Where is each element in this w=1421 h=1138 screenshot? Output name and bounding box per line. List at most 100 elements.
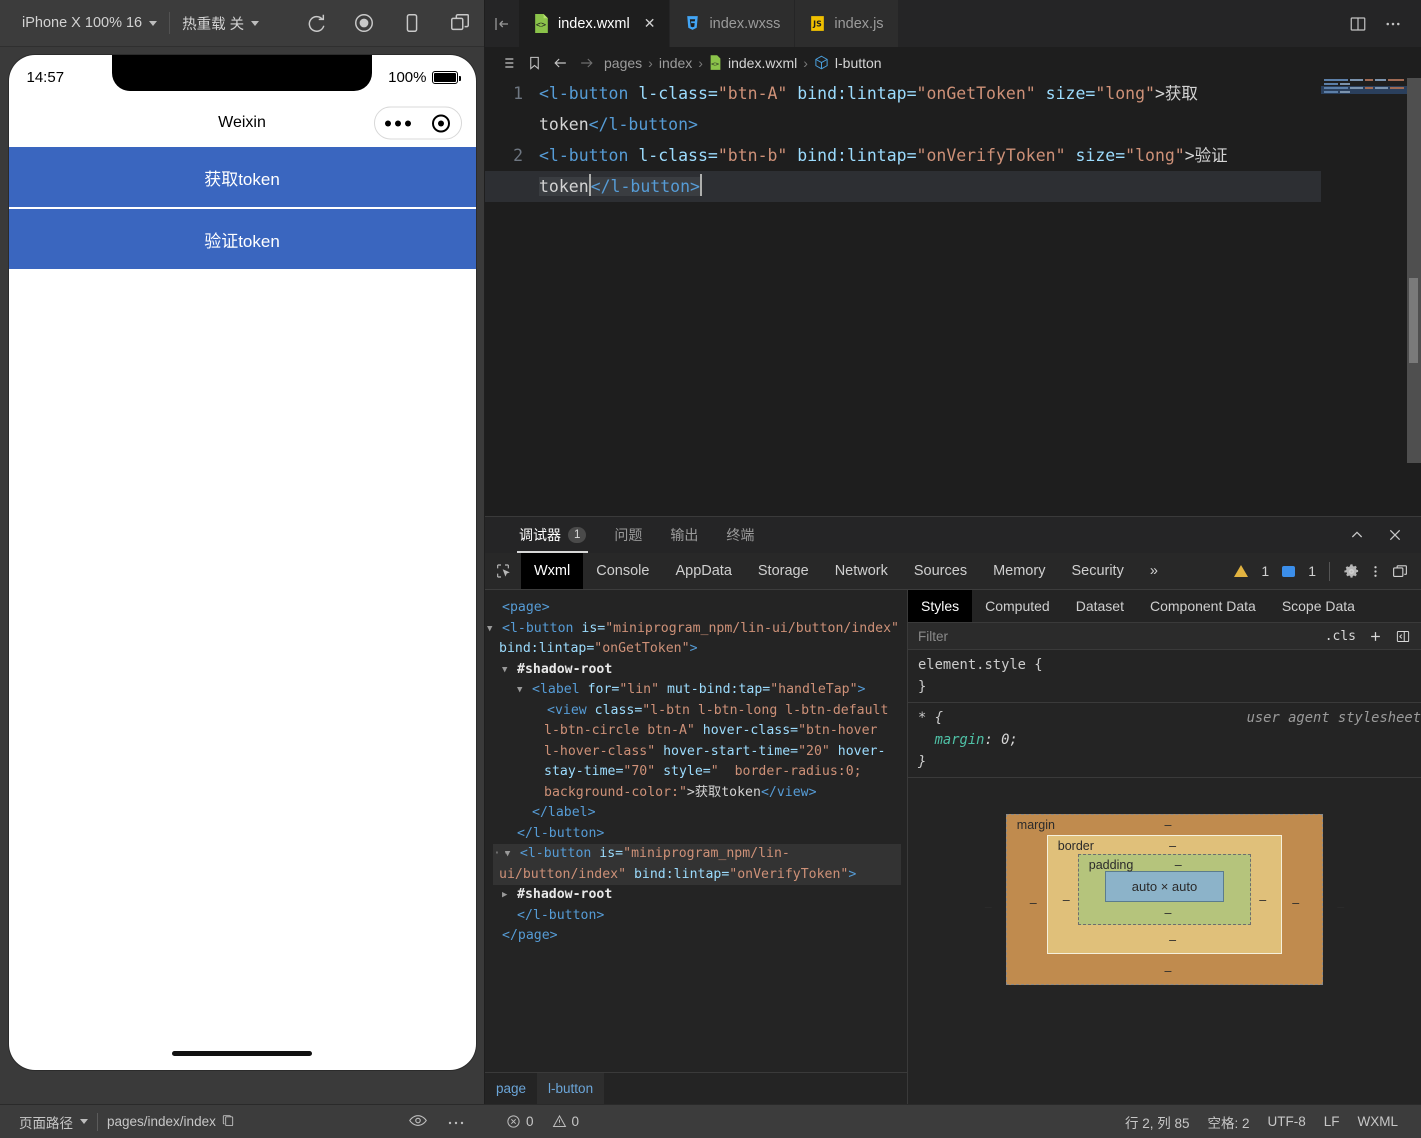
- settings-gear-icon[interactable]: [1343, 563, 1360, 580]
- breadcrumb-file[interactable]: <> index.wxml: [704, 55, 802, 71]
- refresh-icon[interactable]: [305, 12, 327, 34]
- page-path-selector[interactable]: 页面路径: [10, 1112, 97, 1132]
- panel-tab-debugger[interactable]: 调试器 1: [505, 517, 600, 553]
- panel-tab-output[interactable]: 输出: [656, 517, 712, 553]
- weixin-capsule[interactable]: [373, 106, 462, 140]
- wxml-tree-row[interactable]: </l-button>: [493, 906, 901, 927]
- wxml-tree-row[interactable]: <view class="l-btn l-btn-long l-btn-defa…: [493, 701, 901, 804]
- wxml-tree-row[interactable]: ▼ <l-button is="miniprogram_npm/lin-ui/bu…: [487, 619, 901, 660]
- verify-token-button[interactable]: 验证token: [8, 209, 476, 269]
- eol-setting[interactable]: LF: [1315, 1114, 1349, 1129]
- styles-tab-computed[interactable]: Computed: [972, 590, 1063, 622]
- collapse-icon[interactable]: [1349, 527, 1365, 543]
- bookmark-icon[interactable]: [521, 55, 547, 71]
- chevron-down-icon[interactable]: ▼: [505, 844, 520, 865]
- styles-filter-input[interactable]: [908, 628, 1315, 644]
- breadcrumb-index[interactable]: index: [654, 55, 697, 71]
- hot-reload-selector[interactable]: 热重载 关: [170, 0, 271, 46]
- wxml-crumb-page[interactable]: page: [485, 1073, 537, 1104]
- inspector-tab-console[interactable]: Console: [583, 553, 662, 589]
- device-selector[interactable]: iPhone X 100% 16: [10, 0, 169, 46]
- get-token-button[interactable]: 获取token: [8, 147, 476, 207]
- stop-icon[interactable]: [353, 12, 375, 34]
- chevron-down-icon[interactable]: ▼: [502, 660, 517, 681]
- more-icon[interactable]: [441, 1114, 471, 1129]
- wxml-tree-row[interactable]: ▶ #shadow-root: [493, 885, 901, 906]
- rule-declaration[interactable]: margin: 0;: [918, 729, 1411, 751]
- back-arrow-icon[interactable]: [547, 55, 573, 71]
- tab-index-wxml[interactable]: <> index.wxml ✕: [519, 0, 671, 47]
- inspector-tabs-overflow[interactable]: »: [1137, 553, 1171, 589]
- code-editor[interactable]: 1 <l-button l-class="btn-A" bind:lintap=…: [485, 78, 1421, 516]
- device-selector-label: iPhone X 100% 16: [22, 15, 143, 31]
- split-editor-icon[interactable]: [1349, 15, 1367, 33]
- phone-icon[interactable]: [401, 12, 423, 34]
- panel-toggle-icon[interactable]: [1395, 629, 1411, 644]
- inspector-tab-security[interactable]: Security: [1058, 553, 1136, 589]
- outline-icon[interactable]: [495, 55, 521, 71]
- styles-tab-styles[interactable]: Styles: [908, 590, 973, 622]
- cursor-position[interactable]: 行 2, 列 85: [1116, 1112, 1199, 1132]
- tab-index-js[interactable]: JS index.js: [795, 0, 899, 47]
- inspector-tab-wxml[interactable]: Wxml: [521, 553, 584, 589]
- cls-button[interactable]: .cls: [1325, 629, 1356, 644]
- forward-arrow-icon[interactable]: [573, 55, 599, 71]
- multi-window-icon[interactable]: [449, 12, 471, 34]
- wxml-tree-row[interactable]: ··▼ <l-button is="miniprogram_npm/lin-ui/…: [493, 844, 901, 885]
- wxml-tree-row[interactable]: </l-button>: [493, 824, 901, 845]
- wxml-tree-row[interactable]: </label>: [493, 803, 901, 824]
- box-model-diagram[interactable]: margin – – – – border – – – – padding – …: [985, 814, 1344, 985]
- warning-count-item[interactable]: 0: [543, 1114, 589, 1129]
- dock-side-icon[interactable]: [1391, 563, 1409, 580]
- wxml-tree-row[interactable]: ▼ #shadow-root: [493, 660, 901, 681]
- inspector-tab-sources[interactable]: Sources: [901, 553, 980, 589]
- inspector-tab-memory[interactable]: Memory: [980, 553, 1058, 589]
- box-model-border[interactable]: border – – – – padding – – – – auto × au…: [1030, 835, 1299, 954]
- inspect-element-icon[interactable]: [485, 553, 521, 589]
- box-model-content[interactable]: auto × auto: [1104, 871, 1225, 902]
- breadcrumb-pages[interactable]: pages: [599, 55, 647, 71]
- wxml-tree-row[interactable]: </page>: [493, 926, 901, 947]
- message-icon[interactable]: [1282, 565, 1296, 577]
- chevron-right-icon[interactable]: ▶: [502, 885, 517, 906]
- inspector-tab-storage[interactable]: Storage: [745, 553, 822, 589]
- plus-icon[interactable]: [1368, 629, 1383, 644]
- language-mode[interactable]: WXML: [1349, 1114, 1408, 1129]
- inspector-tab-appdata[interactable]: AppData: [662, 553, 744, 589]
- editor-minimap[interactable]: [1321, 78, 1407, 516]
- indent-setting[interactable]: 空格: 2: [1198, 1112, 1258, 1132]
- chevron-down-icon[interactable]: ▼: [487, 619, 502, 640]
- encoding-setting[interactable]: UTF-8: [1258, 1114, 1314, 1129]
- panel-tab-problems[interactable]: 问题: [600, 517, 656, 553]
- box-model-padding[interactable]: padding – – – – auto × auto: [1063, 854, 1266, 925]
- editor-scrollbar[interactable]: [1407, 78, 1421, 516]
- error-count-item[interactable]: 0: [497, 1114, 543, 1129]
- chevron-down-icon[interactable]: ▼: [517, 680, 532, 701]
- wxml-tree[interactable]: <page> ▼ <l-button is="miniprogram_npm/lin…: [485, 590, 907, 1072]
- wxml-tree-row[interactable]: <page>: [493, 598, 901, 619]
- panel-tab-terminal[interactable]: 终端: [712, 517, 768, 553]
- inspector-tab-network[interactable]: Network: [822, 553, 901, 589]
- styles-tab-dataset[interactable]: Dataset: [1063, 590, 1137, 622]
- style-rule-universal[interactable]: user agent stylesheet * { margin: 0; }: [908, 703, 1421, 778]
- styles-tab-component-data[interactable]: Component Data: [1137, 590, 1269, 622]
- wxml-tree-row[interactable]: ▼ <label for="lin" mut-bind:tap="handleTa…: [493, 680, 901, 701]
- warning-icon[interactable]: [1234, 565, 1249, 577]
- close-target-icon[interactable]: [432, 114, 450, 132]
- close-icon[interactable]: [1387, 527, 1403, 543]
- tab-index-wxss[interactable]: index.wxss: [670, 0, 796, 47]
- more-dots-icon[interactable]: [385, 120, 411, 126]
- copy-icon[interactable]: [221, 1114, 235, 1129]
- eye-icon[interactable]: [395, 1114, 441, 1130]
- styles-tab-scope-data[interactable]: Scope Data: [1269, 590, 1368, 622]
- wxml-crumb-l-button[interactable]: l-button: [537, 1073, 605, 1104]
- breadcrumb-symbol[interactable]: l-button: [809, 55, 887, 71]
- style-rule-element[interactable]: element.style { }: [908, 650, 1421, 703]
- open-editors-icon[interactable]: [485, 0, 519, 47]
- scrollbar-thumb[interactable]: [1409, 278, 1418, 363]
- close-icon[interactable]: ✕: [644, 15, 656, 32]
- more-actions-icon[interactable]: [1383, 15, 1403, 33]
- box-model-margin[interactable]: margin – – – – border – – – – padding – …: [985, 814, 1344, 985]
- page-path-value[interactable]: pages/index/index: [98, 1114, 244, 1129]
- more-vertical-icon[interactable]: [1373, 563, 1378, 580]
